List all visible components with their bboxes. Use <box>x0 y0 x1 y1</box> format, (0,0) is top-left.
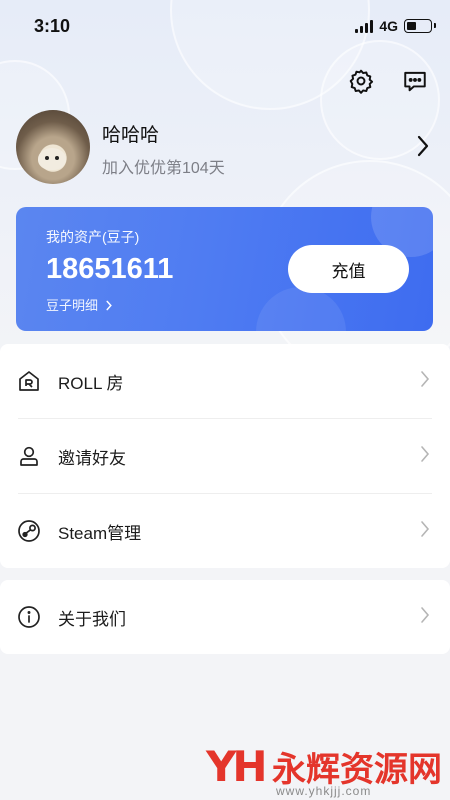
join-days-text: 加入优优第104天 <box>102 160 225 177</box>
recharge-button[interactable]: 充值 <box>288 245 409 293</box>
profile-row[interactable]: 哈哈哈 加入优优第104天 <box>16 110 436 184</box>
menu-item-about[interactable]: 关于我们 <box>0 580 450 654</box>
menu-item-label: 关于我们 <box>58 609 126 629</box>
chevron-right-icon <box>106 300 112 311</box>
status-bar: 3:10 4G <box>0 0 450 56</box>
avatar-face <box>38 148 66 170</box>
info-icon <box>16 604 42 630</box>
header-actions <box>346 66 430 96</box>
watermark-url: www.yhkjjj.com <box>276 784 372 798</box>
signal-icon <box>355 19 374 33</box>
menu-item-label: Steam管理 <box>58 523 142 543</box>
status-indicators: 4G <box>355 18 436 34</box>
watermark: YH 永辉资源网 www.yhkjjj.com <box>206 738 450 800</box>
gear-icon[interactable] <box>346 66 376 96</box>
menu-card: ROLL 房 邀请好友 Steam管理 <box>0 344 450 568</box>
menu-item-label: ROLL 房 <box>58 373 124 393</box>
bean-detail-link[interactable]: 豆子明细 <box>46 295 113 314</box>
chat-bubble-icon[interactable] <box>400 66 430 96</box>
asset-label: 我的资产(豆子) <box>46 229 140 245</box>
asset-card: 我的资产(豆子) 18651611 豆子明细 充值 <box>16 207 433 331</box>
chevron-right-icon <box>420 370 430 393</box>
asset-value: 18651611 <box>46 253 174 285</box>
steam-icon <box>16 518 42 544</box>
chevron-right-icon <box>420 520 430 543</box>
username: 哈哈哈 <box>102 125 160 146</box>
chevron-right-icon <box>420 606 430 629</box>
watermark-logo: YH <box>206 742 268 791</box>
roll-room-icon <box>16 368 42 394</box>
user-icon <box>16 443 42 469</box>
bean-detail-label: 豆子明细 <box>46 298 99 313</box>
avatar[interactable] <box>16 110 90 184</box>
chevron-right-icon[interactable] <box>416 134 430 163</box>
menu-item-label: 邀请好友 <box>58 448 126 468</box>
menu-item-invite-friends[interactable]: 邀请好友 <box>0 419 450 493</box>
battery-icon <box>404 19 436 33</box>
menu-card-about: 关于我们 <box>0 580 450 654</box>
chevron-right-icon <box>420 445 430 468</box>
menu-item-steam[interactable]: Steam管理 <box>0 494 450 568</box>
network-type: 4G <box>379 18 398 34</box>
menu-item-roll-room[interactable]: ROLL 房 <box>0 344 450 418</box>
status-time: 3:10 <box>34 16 71 36</box>
